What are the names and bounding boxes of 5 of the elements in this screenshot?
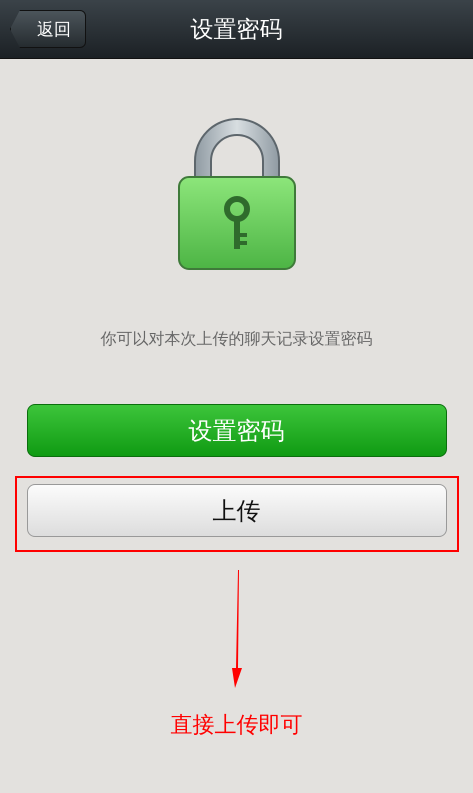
annotation-text: 直接上传即可 bbox=[170, 712, 302, 740]
upload-button[interactable]: 上传 bbox=[26, 484, 446, 537]
back-button[interactable]: 返回 bbox=[10, 10, 86, 48]
hint-text: 你可以对本次上传的聊天记录设置密码 bbox=[100, 329, 372, 350]
screen-title: 设置密码 bbox=[190, 16, 282, 44]
